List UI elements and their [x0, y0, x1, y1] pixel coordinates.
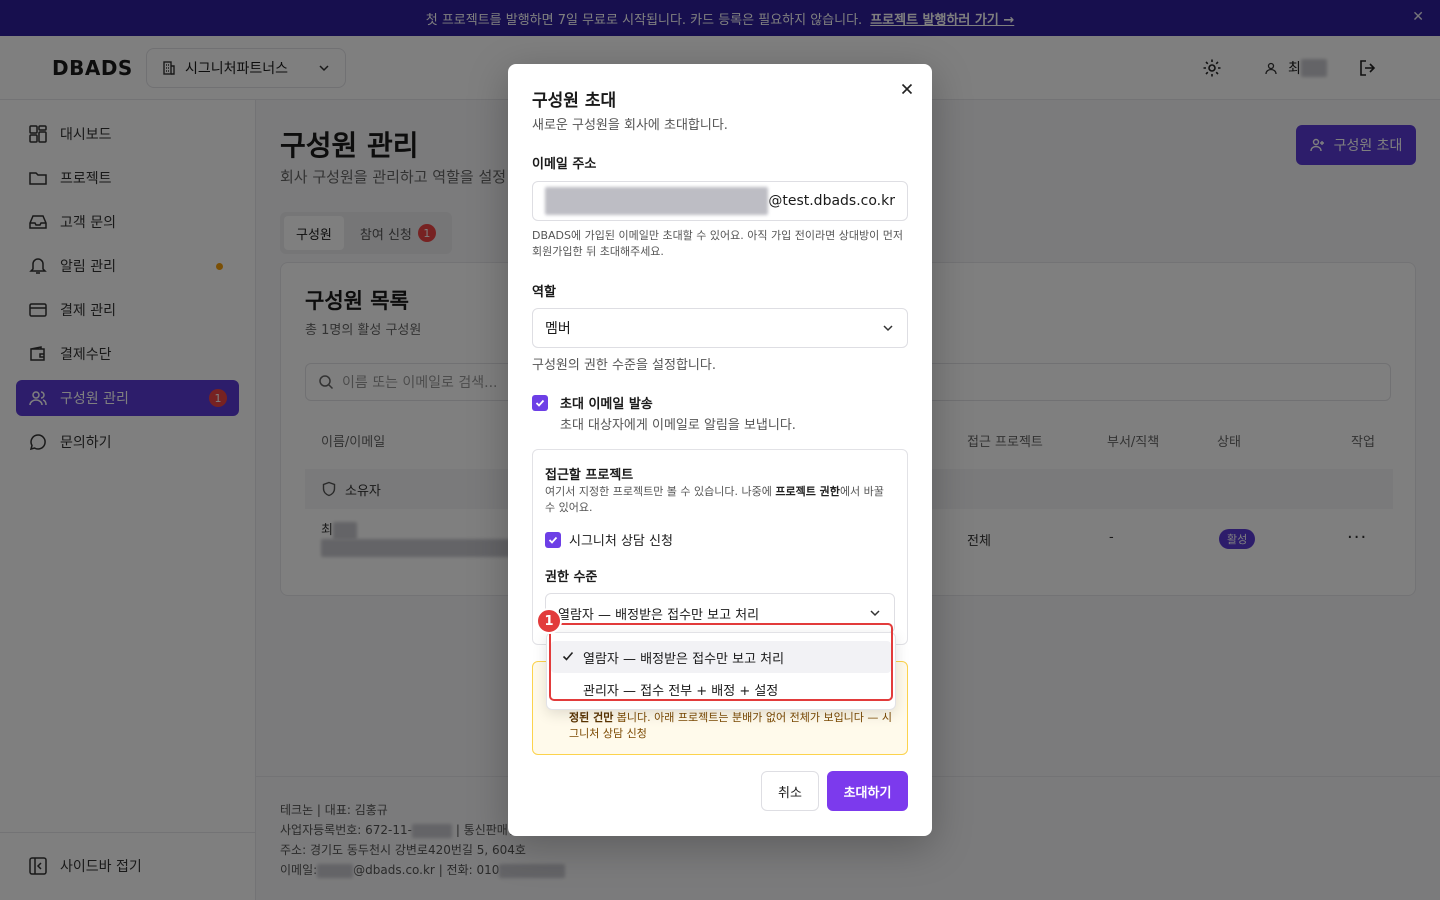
role-value: 멤버 — [545, 321, 571, 337]
annotation-highlight — [549, 623, 893, 701]
email-label: 이메일 주소 — [532, 157, 597, 172]
email-domain: @test.dbads.co.kr — [768, 193, 895, 209]
checkbox-checked-icon[interactable] — [545, 531, 561, 548]
chevron-down-icon — [870, 610, 880, 617]
project-section-title: 접근할 프로젝트 — [545, 468, 634, 483]
role-help-text: 구성원의 권한 수준을 설정합니다. — [532, 358, 716, 373]
dialog-title: 구성원 초대 — [532, 91, 617, 111]
warning-text: 정된 건만 봅니다. 아래 프로젝트는 분배가 없어 전체가 보입니다 — 시그… — [569, 710, 899, 742]
submit-invite-button[interactable]: 초대하기 — [827, 771, 908, 811]
warning-bold: 정된 건만 — [569, 711, 614, 724]
annotation-number: 1 — [536, 608, 562, 634]
project-checkbox[interactable]: 시그니처 상담 신청 — [545, 530, 673, 549]
invite-member-dialog: 구성원 초대 새로운 구성원을 회사에 초대합니다. 이메일 주소 @test.… — [508, 64, 932, 836]
close-icon[interactable] — [898, 80, 916, 98]
send-email-label: 초대 이메일 발송 — [560, 397, 653, 412]
email-local-redacted — [545, 187, 769, 215]
role-select[interactable]: 멤버 — [532, 308, 908, 348]
project-name: 시그니처 상담 신청 — [569, 534, 673, 549]
permission-value: 열람자 — 배정받은 접수만 보고 처리 — [558, 607, 760, 623]
chevron-down-icon — [883, 325, 893, 332]
send-email-desc: 초대 대상자에게 이메일로 알림을 보냅니다. — [560, 418, 796, 433]
role-label: 역할 — [532, 285, 556, 300]
warning-body: 봅니다. 아래 프로젝트는 분배가 없어 전체가 보입니다 — 시그니처 상담 … — [569, 711, 893, 740]
permission-level-label: 권한 수준 — [545, 570, 598, 585]
project-permission-link: 프로젝트 권한 — [775, 485, 840, 498]
project-section-desc: 여기서 지정한 프로젝트만 볼 수 있습니다. 나중에 프로젝트 권한에서 바꿀… — [545, 484, 895, 516]
send-email-checkbox[interactable]: 초대 이메일 발송 — [532, 393, 653, 412]
project-access-section: 접근할 프로젝트 여기서 지정한 프로젝트만 볼 수 있습니다. 나중에 프로젝… — [532, 449, 908, 645]
checkbox-checked-icon[interactable] — [532, 394, 548, 411]
dialog-subtitle: 새로운 구성원을 회사에 초대합니다. — [532, 118, 728, 133]
email-field[interactable]: @test.dbads.co.kr — [532, 181, 908, 221]
email-help-text: DBADS에 가입된 이메일만 초대할 수 있어요. 아직 가입 전이라면 상대… — [532, 229, 903, 258]
desc-part: 여기서 지정한 프로젝트만 볼 수 있습니다. 나중에 — [545, 485, 776, 498]
cancel-button[interactable]: 취소 — [761, 771, 819, 811]
